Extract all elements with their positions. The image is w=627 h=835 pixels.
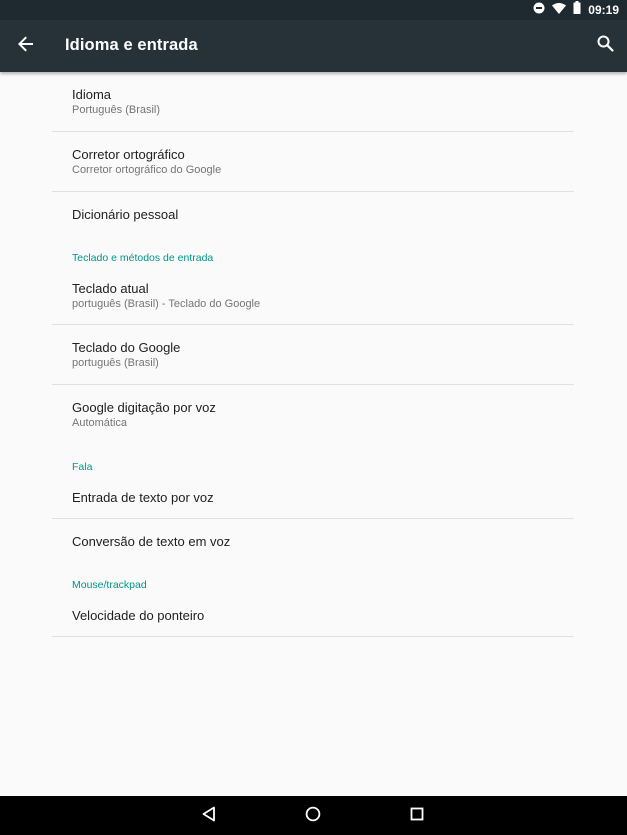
list-item-dicionario[interactable]: Dicionário pessoal: [52, 192, 574, 237]
status-bar: 09:19: [0, 0, 627, 20]
item-title: Idioma: [72, 87, 112, 102]
item-title: Google digitação por voz: [72, 400, 216, 415]
list-item-idioma[interactable]: Idioma Português (Brasil): [52, 72, 574, 131]
category-fala: Fala: [72, 461, 93, 473]
arrow-back-icon: [18, 36, 34, 57]
item-title: Velocidade do ponteiro: [72, 608, 205, 623]
category-mouse: Mouse/trackpad: [72, 579, 147, 591]
list-item-digitacao-voz[interactable]: Google digitação por voz Automática: [52, 385, 574, 447]
item-title: Teclado atual: [72, 281, 149, 296]
list-item-teclado-atual[interactable]: Teclado atual português (Brasil) - Tecla…: [52, 266, 574, 324]
item-summary: Corretor ortográfico do Google: [72, 164, 222, 176]
home-circle-icon: [305, 806, 321, 827]
page-title: Idioma e entrada: [65, 36, 198, 54]
app-bar: Idioma e entrada: [0, 20, 627, 72]
nav-home-button[interactable]: [300, 803, 326, 829]
list-item-teclado-google[interactable]: Teclado do Google português (Brasil): [52, 325, 574, 384]
item-title: Entrada de texto por voz: [72, 490, 214, 505]
item-summary: português (Brasil): [72, 357, 159, 369]
nav-recents-button[interactable]: [404, 803, 430, 829]
list-item-conversao[interactable]: Conversão de texto em voz: [52, 519, 574, 563]
search-button[interactable]: [593, 34, 617, 58]
category-teclado: Teclado e métodos de entrada: [72, 252, 214, 264]
list-item-entrada-voz[interactable]: Entrada de texto por voz: [52, 475, 574, 518]
nav-back-button[interactable]: [196, 803, 222, 829]
list-item-velocidade[interactable]: Velocidade do ponteiro: [52, 593, 574, 636]
item-summary: Automática: [72, 417, 128, 429]
back-triangle-icon: [201, 806, 217, 827]
item-title: Teclado do Google: [72, 340, 181, 355]
status-time: 09:19: [588, 3, 619, 17]
back-button[interactable]: [14, 34, 38, 58]
item-summary: Português (Brasil): [72, 104, 161, 116]
recents-square-icon: [410, 807, 424, 826]
item-summary: português (Brasil) - Teclado do Google: [72, 298, 261, 310]
divider: [52, 636, 574, 637]
settings-list: Idioma Português (Brasil) Corretor ortog…: [0, 72, 627, 796]
search-icon: [597, 35, 614, 57]
do-not-disturb-icon: [533, 1, 545, 19]
battery-icon: [573, 1, 581, 19]
status-icons: 09:19: [533, 0, 619, 20]
wifi-icon: [552, 1, 567, 19]
item-title: Corretor ortográfico: [72, 147, 185, 162]
item-title: Dicionário pessoal: [72, 207, 179, 222]
item-title: Conversão de texto em voz: [72, 534, 231, 549]
navigation-bar: [0, 796, 627, 835]
list-item-corretor[interactable]: Corretor ortográfico Corretor ortográfic…: [52, 132, 574, 191]
